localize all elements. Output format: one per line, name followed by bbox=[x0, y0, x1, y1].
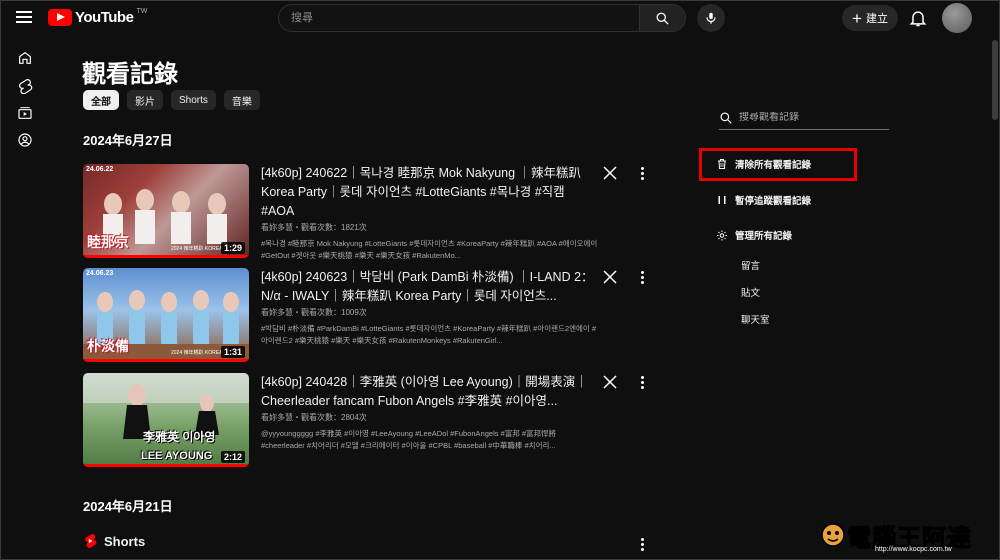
more-actions-icon[interactable] bbox=[635, 373, 649, 391]
video-meta[interactable]: 看妳多慧・觀看次數：2804次 bbox=[261, 412, 601, 423]
posts-link[interactable]: 貼文 bbox=[741, 285, 760, 299]
search-icon bbox=[720, 111, 732, 124]
highlight-box bbox=[699, 148, 857, 181]
close-icon bbox=[603, 270, 617, 284]
thumbnail-caption-latin: LEE AYOUNG bbox=[141, 450, 213, 462]
create-button[interactable]: + 建立 bbox=[842, 5, 898, 31]
logo-region: TW bbox=[136, 8, 148, 15]
thumbnail-caption: 睦那京 bbox=[87, 234, 129, 250]
remove-from-history-button[interactable] bbox=[601, 373, 619, 391]
search-button[interactable] bbox=[639, 5, 685, 31]
search-icon bbox=[656, 12, 669, 25]
thumbnail-date: 24.06.22 bbox=[86, 166, 114, 173]
shorts-section-heading: Shorts bbox=[83, 533, 145, 549]
video-description: #박담비 #朴淡備 #ParkDamBi #LotteGiants #롯데자이언… bbox=[261, 324, 597, 345]
list-item[interactable]: 24.06.22 睦那京 2024 辣年糕趴 KOREA 1:29 [4k60p… bbox=[83, 164, 663, 260]
watch-progress-bar bbox=[83, 255, 249, 258]
thumbnail-subcaption: 2024 辣年糕趴 KOREA bbox=[171, 246, 223, 252]
history-search-input[interactable] bbox=[739, 112, 879, 123]
watch-progress-bar bbox=[83, 464, 249, 467]
thumbnail-caption: 李雅英 이아영 bbox=[143, 430, 216, 444]
chip-videos[interactable]: 影片 bbox=[127, 90, 163, 110]
watermark-url: http://www.kocpc.com.tw bbox=[875, 546, 952, 553]
search-input[interactable] bbox=[279, 5, 639, 31]
close-icon bbox=[603, 375, 617, 389]
chip-shorts[interactable]: Shorts bbox=[171, 90, 216, 110]
avatar[interactable] bbox=[942, 3, 972, 33]
subscriptions-icon[interactable] bbox=[16, 104, 34, 122]
video-title[interactable]: [4k60p] 240428｜李雅英 (이아영 Lee Ayoung)｜開場表演… bbox=[261, 373, 601, 411]
list-item[interactable]: 24.06.23 朴淡備 2024 辣年糕趴 KOREA 1:31 [4k60p… bbox=[83, 268, 663, 362]
filter-chips: 全部 影片 Shorts 音樂 bbox=[83, 90, 260, 110]
video-meta[interactable]: 看妳多慧・觀看次數：1009次 bbox=[261, 307, 601, 318]
pause-icon bbox=[716, 194, 728, 206]
voice-search-button[interactable] bbox=[697, 4, 725, 32]
thumbnail-date: 24.06.23 bbox=[86, 270, 114, 277]
video-info: [4k60p] 240428｜李雅英 (이아영 Lee Ayoung)｜開場表演… bbox=[261, 373, 601, 452]
history-search bbox=[719, 106, 889, 130]
video-meta[interactable]: 看妳多慧・觀看次數：1821次 bbox=[261, 222, 601, 233]
manage-history-button[interactable]: 管理所有記錄 bbox=[716, 228, 792, 242]
masthead: YouTube TW + 建立 bbox=[0, 0, 1000, 36]
thumbnail-subcaption: 2024 辣年糕趴 KOREA bbox=[171, 350, 223, 356]
microphone-icon bbox=[706, 12, 716, 24]
remove-from-history-button[interactable] bbox=[601, 164, 619, 182]
youtube-logo[interactable]: YouTube TW bbox=[48, 8, 148, 26]
video-description: #목나경 #睦那京 Mok Nakyung #LotteGiants #롯데자이… bbox=[261, 239, 598, 260]
list-item[interactable]: 李雅英 이아영 LEE AYOUNG 2:12 [4k60p] 240428｜李… bbox=[83, 373, 663, 467]
duration-badge: 2:12 bbox=[220, 451, 245, 463]
date-heading: 2024年6月27日 bbox=[83, 133, 173, 148]
watch-progress-bar bbox=[83, 359, 249, 362]
video-title[interactable]: [4k60p] 240623｜박담비 (Park DamBi 朴淡備) ｜I-L… bbox=[261, 268, 601, 306]
video-thumbnail[interactable]: 24.06.22 睦那京 2024 辣年糕趴 KOREA 1:29 bbox=[83, 164, 249, 258]
watermark: 電腦王阿達 http://www.kocpc.com.tw bbox=[820, 518, 992, 556]
menu-icon[interactable] bbox=[14, 8, 34, 28]
video-thumbnail[interactable]: 24.06.23 朴淡備 2024 辣年糕趴 KOREA 1:31 bbox=[83, 268, 249, 362]
create-label: 建立 bbox=[865, 13, 888, 25]
shorts-icon bbox=[85, 534, 97, 548]
you-icon[interactable] bbox=[16, 131, 34, 149]
more-actions-icon[interactable] bbox=[635, 268, 649, 286]
thumbnail-caption: 朴淡備 bbox=[87, 338, 129, 354]
date-heading: 2024年6月21日 bbox=[83, 499, 173, 514]
gear-icon bbox=[716, 229, 728, 241]
home-icon[interactable] bbox=[16, 49, 34, 67]
logo-text: YouTube bbox=[75, 9, 134, 26]
more-actions-icon[interactable] bbox=[635, 164, 649, 182]
more-actions-icon[interactable] bbox=[635, 535, 649, 553]
video-thumbnail[interactable]: 李雅英 이아영 LEE AYOUNG 2:12 bbox=[83, 373, 249, 467]
remove-from-history-button[interactable] bbox=[601, 268, 619, 286]
live-chat-link[interactable]: 聊天室 bbox=[741, 312, 770, 326]
duration-badge: 1:31 bbox=[220, 346, 245, 358]
plus-icon: + bbox=[852, 8, 862, 28]
youtube-play-icon bbox=[48, 9, 72, 26]
search-bar bbox=[278, 4, 686, 32]
video-title[interactable]: [4k60p] 240622｜목나경 睦那京 Mok Nakyung ｜辣年糕趴… bbox=[261, 164, 601, 221]
video-info: [4k60p] 240623｜박담비 (Park DamBi 朴淡備) ｜I-L… bbox=[261, 268, 601, 347]
video-info: [4k60p] 240622｜목나경 睦那京 Mok Nakyung ｜辣年糕趴… bbox=[261, 164, 601, 262]
video-description: @yyyounggggg #李雅英 #이아영 #LeeAyoung #LeeAD… bbox=[261, 429, 556, 450]
action-label: 暫停追蹤觀看記錄 bbox=[735, 196, 812, 207]
action-label: 管理所有記錄 bbox=[735, 231, 793, 242]
comments-link[interactable]: 留言 bbox=[741, 258, 760, 272]
shorts-icon[interactable] bbox=[16, 77, 34, 95]
shorts-label: Shorts bbox=[104, 533, 146, 549]
close-icon bbox=[603, 166, 617, 180]
pause-history-button[interactable]: 暫停追蹤觀看記錄 bbox=[716, 193, 811, 207]
scrollbar[interactable] bbox=[992, 40, 998, 120]
page-title: 觀看記錄 bbox=[82, 61, 178, 88]
chip-music[interactable]: 音樂 bbox=[223, 90, 260, 110]
duration-badge: 1:29 bbox=[220, 242, 245, 254]
chip-all[interactable]: 全部 bbox=[83, 90, 119, 110]
watermark-logo-icon bbox=[821, 523, 845, 547]
notifications-icon[interactable] bbox=[908, 8, 928, 28]
